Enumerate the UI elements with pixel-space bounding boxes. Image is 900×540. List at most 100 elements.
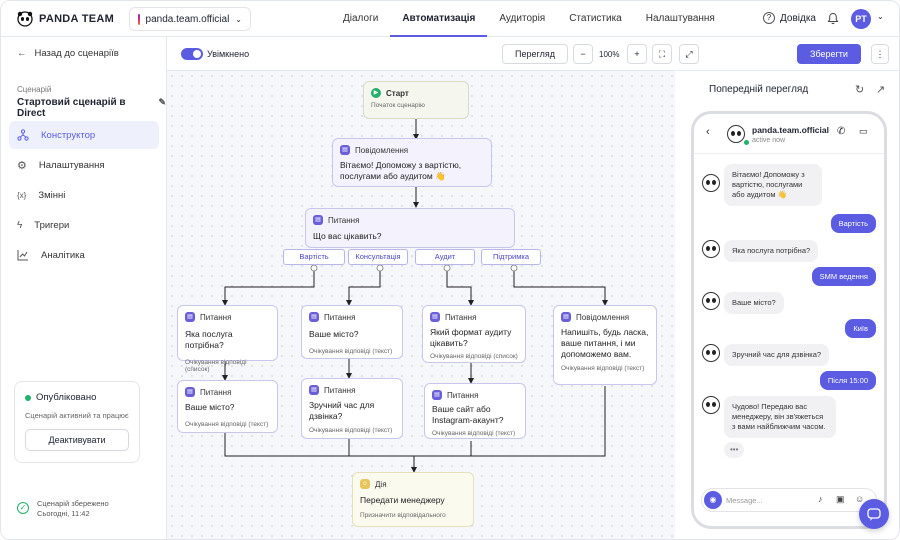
- more-options-icon[interactable]: ⋮: [871, 44, 889, 64]
- node-header: ▤ Питання: [432, 390, 518, 400]
- node-header: ▤ Питання: [309, 385, 395, 395]
- node-subtitle: Очікування відповіді (список): [185, 359, 247, 373]
- message-input[interactable]: Message...: [726, 496, 763, 505]
- canvas-toolbar: Увімкнено Перегляд − 100% + ⛶: [167, 37, 675, 71]
- image-icon[interactable]: ▣: [836, 494, 845, 505]
- question-node-service[interactable]: ▤ Питання Яка послуга потрібна? Очікуванн…: [177, 305, 278, 373]
- question-node-call-time[interactable]: ▤ Питання Зручний час для дзвінка? Очікув…: [301, 378, 403, 439]
- message-node-greeting[interactable]: ▤ Повідомлення Вітаємо! Допоможу з вартіс…: [332, 138, 492, 187]
- external-link-icon[interactable]: ↗: [876, 83, 885, 96]
- node-header: ▤ Питання: [185, 387, 270, 397]
- chat-message-bot: Ваше місто?: [724, 292, 784, 314]
- bot-avatar: [702, 174, 720, 192]
- microphone-icon[interactable]: ♪: [818, 494, 823, 504]
- gear-icon: ⚙: [17, 159, 27, 172]
- lightning-icon: ϟ: [17, 219, 23, 231]
- nav-statistics[interactable]: Статистика: [557, 1, 634, 37]
- question-node-city-price[interactable]: ▤ Питання Ваше місто? Очікування відповід…: [177, 380, 278, 433]
- flow-canvas[interactable]: ▶ Старт Початок сценарію ▤ Повідомлення Ві…: [167, 71, 675, 539]
- video-icon[interactable]: ▭: [859, 126, 868, 137]
- brand-name: PANDA TEAM: [39, 13, 115, 25]
- bot-avatar: [702, 292, 720, 310]
- toolbar-right: ⤢: [675, 37, 899, 71]
- node-subtitle: Очікування відповіді (текст): [561, 365, 645, 372]
- sidebar-item-settings[interactable]: ⚙ Налаштування: [9, 151, 159, 179]
- chevron-down-icon[interactable]: ⌄: [877, 12, 884, 21]
- sidebar-item-triggers[interactable]: ϟ Тригери: [9, 211, 159, 239]
- option-consultation[interactable]: Консультація: [348, 249, 408, 265]
- sidebar-item-label: Конструктор: [41, 129, 96, 141]
- node-subtitle: Очікування відповіді (текст): [309, 348, 393, 355]
- node-title: Питання: [324, 312, 356, 322]
- publish-title: Опубліковано: [36, 392, 97, 403]
- chat-message-user: Вартість: [830, 214, 876, 233]
- node-header: ▤ Питання: [430, 312, 518, 322]
- nav-audience[interactable]: Аудиторія: [487, 1, 557, 37]
- top-bar: PANDA TEAM panda.team.official ⌄ Діалоги…: [1, 1, 899, 37]
- option-price[interactable]: Вартість: [283, 249, 345, 265]
- question-icon: ▤: [185, 387, 195, 397]
- node-title: Питання: [200, 387, 232, 397]
- node-text: Напишіть, будь ласка, ваше питання, і ми…: [561, 327, 649, 359]
- save-status-text: Сценарій збережено Сьогодні, 11:42: [37, 499, 109, 519]
- flow-icon: [17, 129, 29, 141]
- node-subtitle: Очікування відповіді (текст): [185, 421, 269, 428]
- typing-indicator: •••: [724, 442, 745, 458]
- question-node-site[interactable]: ▤ Питання Ваше сайт або Instagram-акаунт?…: [424, 383, 526, 439]
- enabled-toggle[interactable]: [181, 48, 203, 60]
- question-node-audit-format[interactable]: ▤ Питання Який формат аудиту цікавить? Оч…: [422, 305, 526, 363]
- start-node[interactable]: ▶ Старт Початок сценарію: [363, 81, 469, 119]
- node-title: Старт: [386, 88, 409, 98]
- question-node-city-consult[interactable]: ▤ Питання Ваше місто? Очікування відповід…: [301, 305, 403, 359]
- chevron-left-icon[interactable]: ‹: [706, 126, 710, 138]
- sidebar-item-label: Змінні: [38, 189, 66, 201]
- nav-dialogs[interactable]: Діалоги: [331, 1, 390, 37]
- account-selector[interactable]: panda.team.official ⌄: [129, 7, 251, 31]
- preview-button[interactable]: Перегляд: [502, 44, 568, 64]
- back-to-scenarios[interactable]: ← Назад до сценаріїв: [17, 48, 119, 59]
- edit-pencil-icon[interactable]: ✎: [158, 97, 166, 119]
- main-nav: Діалоги Автоматизація Аудиторія Статисти…: [331, 1, 727, 37]
- node-title: Питання: [200, 312, 232, 322]
- nav-settings[interactable]: Налаштування: [634, 1, 727, 37]
- sidebar-item-variables[interactable]: {x} Змінні: [9, 181, 159, 209]
- option-audit[interactable]: Аудит: [415, 249, 475, 265]
- help-link[interactable]: ? Довідка: [763, 12, 816, 24]
- chat-support-button[interactable]: [859, 499, 889, 529]
- question-icon: ▤: [430, 312, 440, 322]
- action-node-handoff[interactable]: ☺ Дія Передати менеджеру Призначити відпо…: [352, 472, 474, 527]
- arrow-left-icon: ←: [17, 48, 27, 59]
- nav-automation[interactable]: Автоматизація: [390, 1, 488, 37]
- refresh-icon[interactable]: ↻: [855, 83, 864, 96]
- node-subtitle: Очікування відповіді (текст): [309, 427, 393, 434]
- deactivate-button[interactable]: Деактивувати: [25, 429, 129, 451]
- message-input-bar[interactable]: ◉ Message... ♪ ▣ ☺: [701, 488, 877, 512]
- node-text: Який формат аудиту цікавить?: [430, 327, 512, 348]
- save-button[interactable]: Зберегти: [797, 44, 861, 64]
- sidebar-item-constructor[interactable]: Конструктор: [9, 121, 159, 149]
- save-status-line1: Сценарій збережено: [37, 499, 109, 508]
- question-icon: ▤: [313, 215, 323, 225]
- play-icon: ▶: [371, 88, 381, 98]
- question-icon: ▤: [185, 312, 195, 322]
- fit-screen-icon[interactable]: ⛶: [652, 44, 672, 64]
- chat-status: active now: [752, 137, 786, 144]
- chart-line-icon: [17, 250, 28, 261]
- question-node-interest[interactable]: ▤ Питання Що вас цікавить?: [305, 208, 515, 248]
- save-status: ✓ Сценарій збережено Сьогодні, 11:42: [17, 499, 109, 519]
- chat-bubble-icon: [867, 508, 881, 521]
- check-circle-icon: ✓: [17, 502, 29, 514]
- message-node-support[interactable]: ▤ Повідомлення Напишіть, будь ласка, ваше…: [553, 305, 657, 385]
- zoom-in-button[interactable]: +: [627, 44, 647, 64]
- sidebar-item-analytics[interactable]: Аналітика: [9, 241, 159, 269]
- user-avatar[interactable]: PT: [851, 9, 871, 29]
- phone-icon[interactable]: ✆: [837, 126, 845, 137]
- chat-header: ‹ panda.team.official active now ✆ ▭: [694, 114, 884, 154]
- node-header: ▤ Повідомлення: [561, 312, 649, 322]
- camera-icon[interactable]: ◉: [704, 491, 722, 509]
- zoom-out-button[interactable]: −: [573, 44, 593, 64]
- option-support[interactable]: Підтримка: [481, 249, 541, 265]
- bell-icon[interactable]: [827, 12, 839, 25]
- brand-logo[interactable]: PANDA TEAM: [17, 11, 114, 27]
- fullscreen-icon[interactable]: ⤢: [679, 44, 699, 64]
